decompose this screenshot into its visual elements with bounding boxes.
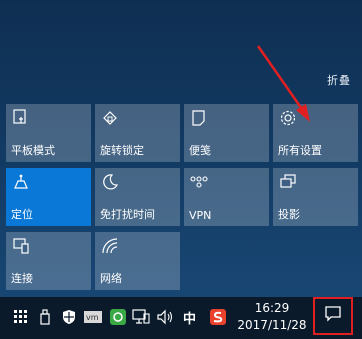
action-center-panel: 折叠 平板模式 旋转锁定 便笺 所有设置 定位 免打扰时间 VPN 投影 连接 … [0, 0, 362, 296]
taskbar: vm 中 16:29 2017/11/28 [0, 297, 362, 339]
tile-label: 定位 [11, 208, 33, 221]
tile-note[interactable]: 便笺 [184, 104, 269, 162]
tile-network[interactable]: 网络 [95, 232, 180, 290]
collapse-link[interactable]: 折叠 [327, 72, 351, 88]
action-center-button[interactable] [313, 297, 353, 335]
tile-label: 网络 [100, 272, 122, 285]
project-icon [279, 173, 297, 191]
tile-project[interactable]: 投影 [273, 168, 358, 226]
tile-connect[interactable]: 连接 [6, 232, 91, 290]
usb-icon[interactable] [36, 308, 54, 326]
network-monitor-icon[interactable] [132, 308, 150, 326]
connect-icon [12, 237, 30, 255]
volume-icon[interactable] [157, 308, 175, 326]
svg-text:vm: vm [86, 313, 99, 322]
tile-label: 平板模式 [11, 144, 55, 157]
tile-rotation-lock[interactable]: 旋转锁定 [95, 104, 180, 162]
green-app-icon[interactable] [109, 308, 127, 326]
tile-label: 便笺 [189, 144, 211, 157]
location-icon [12, 173, 30, 191]
clock-date: 2017/11/28 [237, 318, 307, 332]
tile-vpn[interactable]: VPN [184, 168, 269, 226]
tile-label: 投影 [278, 208, 300, 221]
notification-icon [324, 305, 342, 327]
note-icon [190, 109, 208, 127]
tray-overflow-grid-icon[interactable] [12, 308, 30, 326]
sogou-icon[interactable] [209, 308, 227, 326]
tile-label: 连接 [11, 272, 33, 285]
vm-icon[interactable]: vm [84, 308, 102, 326]
moon-icon [101, 173, 119, 191]
gear-icon [279, 109, 297, 127]
tablet-mode-icon [12, 109, 30, 127]
tile-all-settings[interactable]: 所有设置 [273, 104, 358, 162]
tile-quiet-hours[interactable]: 免打扰时间 [95, 168, 180, 226]
tile-location[interactable]: 定位 [6, 168, 91, 226]
ime-indicator[interactable]: 中 [183, 308, 196, 327]
tile-label: 旋转锁定 [100, 144, 144, 157]
clock-time: 16:29 [254, 301, 290, 315]
tile-label: VPN [189, 209, 212, 222]
clock[interactable]: 16:29 2017/11/28 [236, 300, 308, 334]
rotation-lock-icon [101, 109, 119, 127]
tile-label: 免打扰时间 [100, 208, 155, 221]
shield-icon[interactable] [60, 308, 78, 326]
tile-tablet-mode[interactable]: 平板模式 [6, 104, 91, 162]
tile-label: 所有设置 [278, 144, 322, 157]
vpn-icon [190, 173, 208, 191]
network-icon [101, 237, 119, 255]
